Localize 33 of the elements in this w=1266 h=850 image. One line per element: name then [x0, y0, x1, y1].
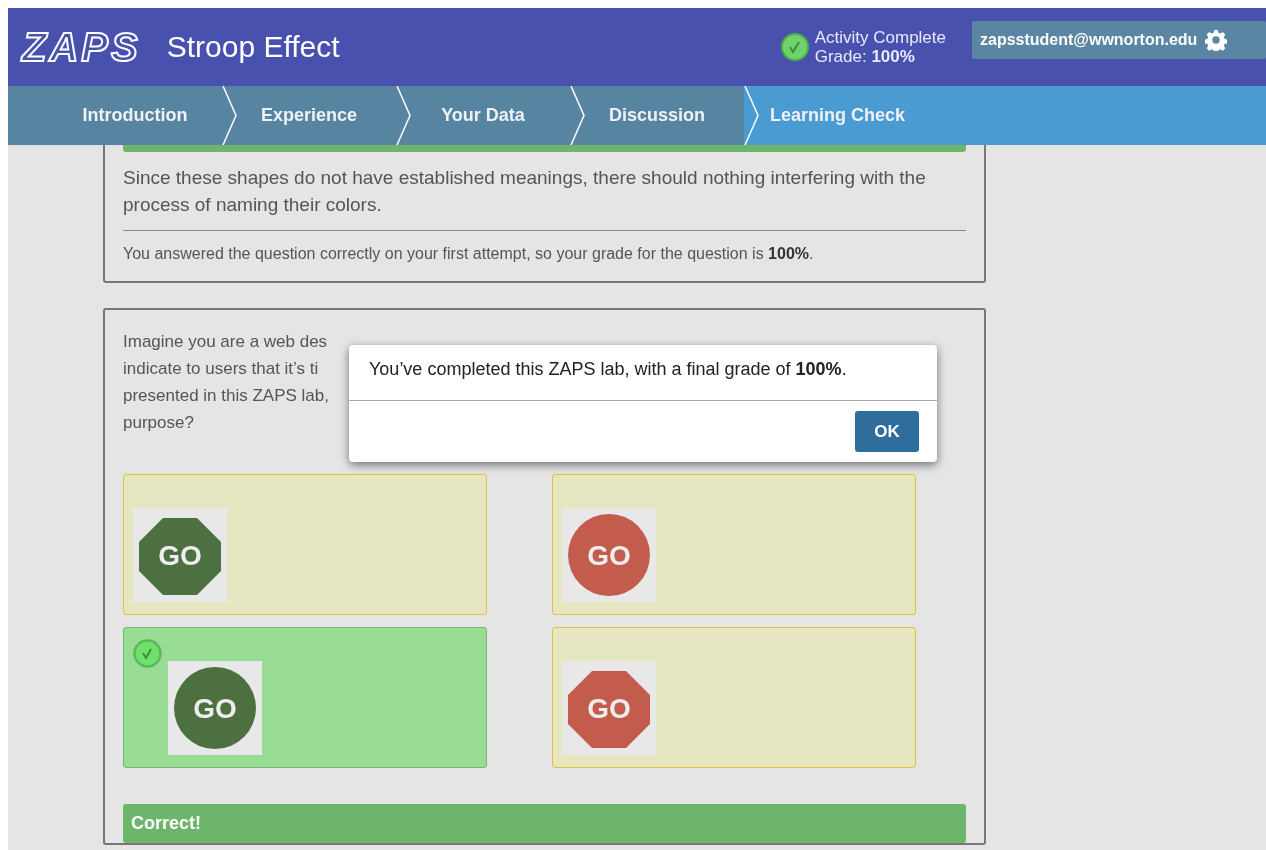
answer-option[interactable]: GO — [123, 474, 487, 615]
sign-label: GO — [587, 539, 631, 571]
explanation-text: Since these shapes do not have established meanings, there should nothing interfering with the process of naming their colors. — [123, 166, 927, 217]
status-label: Activity Complete — [814, 28, 946, 47]
answer-option[interactable]: GO — [123, 627, 487, 768]
chevron-icon — [222, 86, 238, 145]
question-text: purpose? — [123, 412, 194, 434]
nav-tab[interactable]: Your Data — [396, 86, 570, 145]
chevron-icon — [570, 86, 586, 145]
nav-tab[interactable]: Discussion — [570, 86, 744, 145]
sign-label: GO — [193, 692, 237, 724]
result-banner: Correct! — [123, 804, 966, 843]
dialog-message: You’ve completed this ZAPS lab, with a final grade of 100%. — [349, 345, 937, 401]
check-circle-icon — [133, 639, 162, 668]
account-button[interactable]: zapsstudent@wwnorton.edu — [972, 21, 1266, 59]
answer-option[interactable]: GO — [552, 627, 916, 768]
sign-label: GO — [587, 692, 631, 724]
question-text: presented in this ZAPS lab, — [123, 385, 329, 407]
nav-tab[interactable]: Learning Check — [744, 86, 1266, 145]
nav-tab[interactable]: Experience — [222, 86, 396, 145]
ok-button[interactable]: OK — [855, 411, 919, 452]
zaps-logo: ZAPS — [22, 24, 141, 70]
grade-note: You answered the question correctly on your first attempt, so your grade for the question is 100%. — [123, 245, 815, 263]
chevron-icon — [396, 86, 412, 145]
answer-option[interactable]: GO — [552, 474, 916, 615]
chevron-icon — [744, 86, 760, 145]
settings-icon[interactable] — [1205, 29, 1228, 51]
question-text: indicate to users that it’s ti — [123, 358, 319, 380]
nav-tab[interactable]: Introduction — [48, 86, 222, 145]
sign-label: GO — [158, 539, 202, 571]
activity-title: Stroop Effect — [166, 30, 341, 64]
grade-label: Grade: 100% — [814, 47, 916, 66]
question-text: Imagine you are a web des — [123, 331, 328, 353]
